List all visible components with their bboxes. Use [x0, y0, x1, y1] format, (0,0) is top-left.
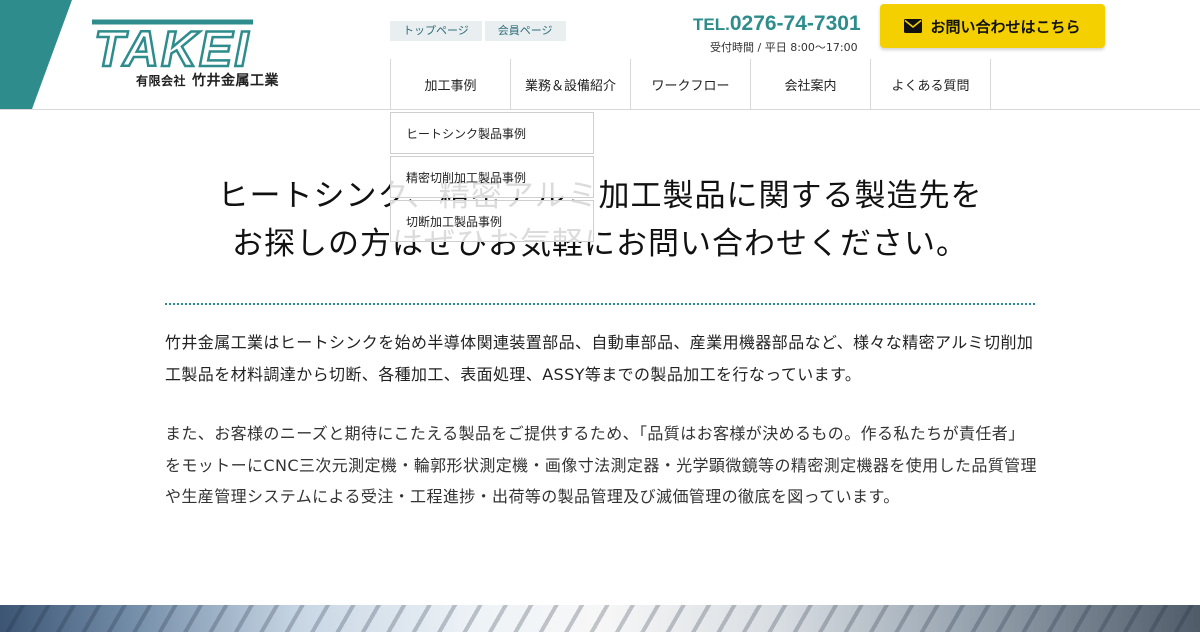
header-accent-wedge — [0, 0, 72, 109]
intro-paragraph: 竹井金属工業はヒートシンクを始め半導体関連装置部品、自動車部品、産業用機器部品な… — [165, 333, 1034, 384]
dropdown-item-cutting[interactable]: 切断加工製品事例 — [390, 200, 594, 242]
page-headline: ヒートシンク、精密アルミ加工製品に関する製造先を お探しの方はぜひお気軽にお問い… — [165, 172, 1035, 268]
main-nav: 加工事例 業務＆設備紹介 ワークフロー 会社案内 よくある質問 — [390, 59, 991, 109]
headline-line-1: ヒートシンク、精密アルミ加工製品に関する製造先を — [217, 178, 983, 214]
headline-line-2: お探しの方はぜひお気軽にお問い合わせください。 — [232, 226, 968, 262]
dotted-divider — [165, 303, 1035, 305]
member-page-link[interactable]: 会員ページ — [484, 21, 566, 41]
quality-paragraph: また、お客様のニーズと期待にこたえる製品をご提供するため、「品質はお客様が決める… — [165, 424, 1037, 506]
site-header: TAKEI 有限会社 竹井金属工業 トップページ 会員ページ TEL.0276-7… — [0, 0, 1200, 110]
dropdown-item-heatsink[interactable]: ヒートシンク製品事例 — [390, 112, 594, 154]
nav-item-cases[interactable]: 加工事例 — [390, 59, 510, 109]
svg-text:TAKEI: TAKEI — [94, 21, 250, 77]
contact-button[interactable]: お問い合わせはこちら — [880, 4, 1105, 48]
company-name-text: 竹井金属工業 — [192, 73, 280, 89]
tel-prefix: TEL. — [693, 15, 730, 34]
nav-item-workflow[interactable]: ワークフロー — [630, 59, 750, 109]
company-name: 有限会社 竹井金属工業 — [136, 70, 279, 90]
nav-item-faq[interactable]: よくある質問 — [870, 59, 991, 109]
hero-photo — [0, 605, 1200, 632]
envelope-icon — [904, 19, 923, 33]
dropdown-item-precision-cutting[interactable]: 精密切削加工製品事例 — [390, 156, 594, 198]
business-hours: 受付時間 / 平日 8:00〜17:00 — [710, 41, 858, 54]
cases-dropdown-menu: ヒートシンク製品事例 精密切削加工製品事例 切断加工製品事例 — [390, 112, 594, 244]
nav-item-company[interactable]: 会社案内 — [750, 59, 870, 109]
nav-item-services[interactable]: 業務＆設備紹介 — [510, 59, 630, 109]
contact-button-label: お問い合わせはこちら — [930, 17, 1081, 36]
company-type: 有限会社 — [136, 74, 187, 88]
tel-number: 0276-74-7301 — [729, 12, 861, 35]
utility-nav: トップページ 会員ページ — [390, 21, 566, 41]
phone-number[interactable]: TEL.0276-74-7301 — [693, 12, 861, 36]
top-page-link[interactable]: トップページ — [390, 21, 482, 41]
